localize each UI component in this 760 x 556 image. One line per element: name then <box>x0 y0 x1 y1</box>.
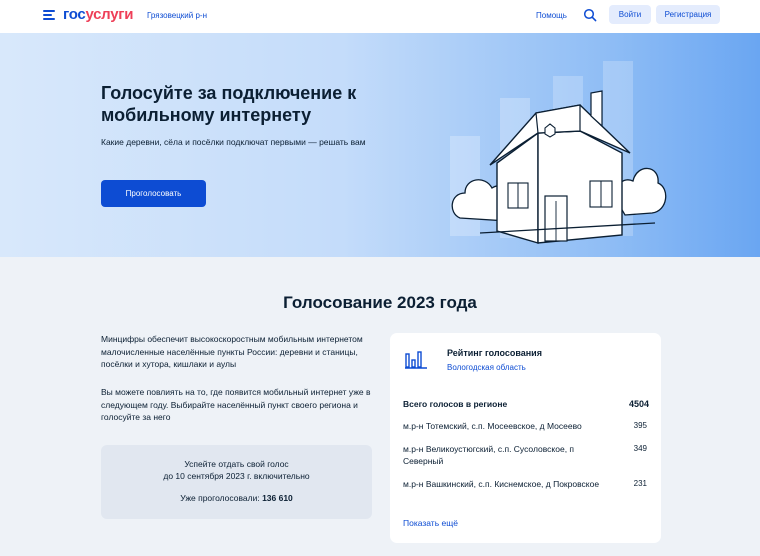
voted-label: Уже проголосовали: <box>180 493 260 503</box>
register-button[interactable]: Регистрация <box>656 5 720 24</box>
help-link[interactable]: Помощь <box>536 10 567 22</box>
show-more-link[interactable]: Показать ещё <box>403 517 458 529</box>
menu-icon[interactable] <box>43 10 55 20</box>
settlement-votes: 395 <box>633 421 647 430</box>
login-button[interactable]: Войти <box>609 5 651 24</box>
bar-chart-icon <box>405 351 427 369</box>
rating-row[interactable]: м.р-н Тотемский, с.п. Мосеевское, д Мосе… <box>403 420 653 432</box>
logo-part-gos: гос <box>63 6 86 23</box>
voted-counter: Уже проголосовали: 136 610 <box>101 492 372 504</box>
deadline-box: Успейте отдать свой голос до 10 сентября… <box>101 445 372 519</box>
hero-banner: Голосуйте за подключение к мобильному ин… <box>0 33 760 257</box>
rating-card: Рейтинг голосования Вологодская область … <box>390 333 661 543</box>
region-selector[interactable]: Грязовецкий р-н <box>147 10 207 22</box>
logo-part-uslugi: услуги <box>85 6 134 23</box>
total-votes-label: Всего голосов в регионе <box>403 399 508 409</box>
settlement-name: м.р-н Великоустюгский, с.п. Сусоловское,… <box>403 444 575 466</box>
rating-row[interactable]: м.р-н Великоустюгский, с.п. Сусоловское,… <box>403 443 653 467</box>
house-illustration <box>450 61 667 244</box>
rating-row[interactable]: м.р-н Вашкинский, с.п. Киснемское, д Пок… <box>403 478 653 490</box>
section-title: Голосование 2023 года <box>283 293 477 312</box>
header: госуслуги Грязовецкий р-н Помощь Войти Р… <box>0 0 760 33</box>
hero-subtitle: Какие деревни, сёла и посёлки подключат … <box>101 137 366 147</box>
intro-paragraph: Минцифры обеспечит высокоскоростным моби… <box>101 334 363 369</box>
vote-button[interactable]: Проголосовать <box>101 180 206 207</box>
info-paragraph: Вы можете повлиять на то, где появится м… <box>101 387 371 422</box>
total-votes-value: 4504 <box>628 399 649 409</box>
settlement-name: м.р-н Вашкинский, с.п. Киснемское, д Пок… <box>403 479 600 489</box>
deadline-line1: Успейте отдать свой голос <box>184 459 289 469</box>
rating-title: Рейтинг голосования <box>447 348 542 358</box>
rating-region-link[interactable]: Вологодская область <box>447 362 526 374</box>
gosuslugi-logo[interactable]: госуслуги <box>63 5 133 25</box>
hero-title: Голосуйте за подключение к мобильному ин… <box>101 83 357 125</box>
settlement-votes: 231 <box>633 479 647 488</box>
settlement-name: м.р-н Тотемский, с.п. Мосеевское, д Мосе… <box>403 421 582 431</box>
settlement-votes: 349 <box>633 444 647 453</box>
search-icon[interactable] <box>583 8 597 22</box>
deadline-line2: до 10 сентября 2023 г. включительно <box>163 471 310 481</box>
voted-count: 136 610 <box>262 493 293 503</box>
